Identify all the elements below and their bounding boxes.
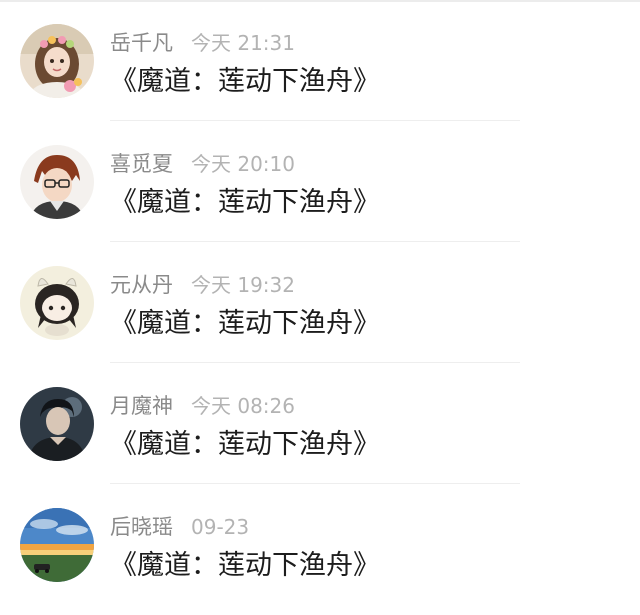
comment-text[interactable]: 《魔道：莲动下渔舟》	[110, 64, 380, 100]
comment-meta: 后晓瑶 09-23	[110, 512, 249, 542]
comment-meta: 元从丹 今天 19:32	[110, 270, 295, 300]
comment-text[interactable]: 《魔道：莲动下渔舟》	[110, 548, 380, 584]
username[interactable]: 喜觅夏	[110, 152, 173, 176]
timestamp: 09-23	[191, 515, 250, 539]
comment-text[interactable]: 《魔道：莲动下渔舟》	[110, 427, 380, 463]
username[interactable]: 元从丹	[110, 273, 173, 297]
comment-feed: 岳千凡 今天 21:31 《魔道：莲动下渔舟》 喜觅夏 今天 20:10 《魔道：莲…	[0, 0, 640, 615]
chibi-girl-avatar-icon	[20, 266, 94, 340]
avatar[interactable]	[20, 24, 94, 98]
username[interactable]: 岳千凡	[110, 31, 173, 55]
comment-item[interactable]: 喜觅夏 今天 20:10 《魔道：莲动下渔舟》	[0, 121, 640, 242]
comment-item[interactable]: 后晓瑶 09-23 《魔道：莲动下渔舟》	[0, 484, 640, 605]
landscape-sunset-avatar-icon	[20, 508, 94, 582]
comment-text[interactable]: 《魔道：莲动下渔舟》	[110, 185, 380, 221]
timestamp: 今天 21:31	[191, 31, 295, 55]
dark-portrait-avatar-icon	[20, 387, 94, 461]
avatar[interactable]	[20, 387, 94, 461]
timestamp: 今天 20:10	[191, 152, 295, 176]
comment-meta: 岳千凡 今天 21:31	[110, 28, 295, 58]
timestamp: 今天 19:32	[191, 273, 295, 297]
avatar[interactable]	[20, 508, 94, 582]
comment-meta: 月魔神 今天 08:26	[110, 391, 295, 421]
comment-meta: 喜觅夏 今天 20:10	[110, 149, 295, 179]
username[interactable]: 月魔神	[110, 394, 173, 418]
avatar[interactable]	[20, 145, 94, 219]
comment-item[interactable]: 元从丹 今天 19:32 《魔道：莲动下渔舟》	[0, 242, 640, 363]
timestamp: 今天 08:26	[191, 394, 295, 418]
girl-with-flowers-avatar-icon	[20, 24, 94, 98]
avatar[interactable]	[20, 266, 94, 340]
username[interactable]: 后晓瑶	[110, 515, 173, 539]
anime-boy-glasses-avatar-icon	[20, 145, 94, 219]
comment-text[interactable]: 《魔道：莲动下渔舟》	[110, 306, 380, 342]
comment-item[interactable]: 月魔神 今天 08:26 《魔道：莲动下渔舟》	[0, 363, 640, 484]
comment-item[interactable]: 岳千凡 今天 21:31 《魔道：莲动下渔舟》	[0, 0, 640, 121]
